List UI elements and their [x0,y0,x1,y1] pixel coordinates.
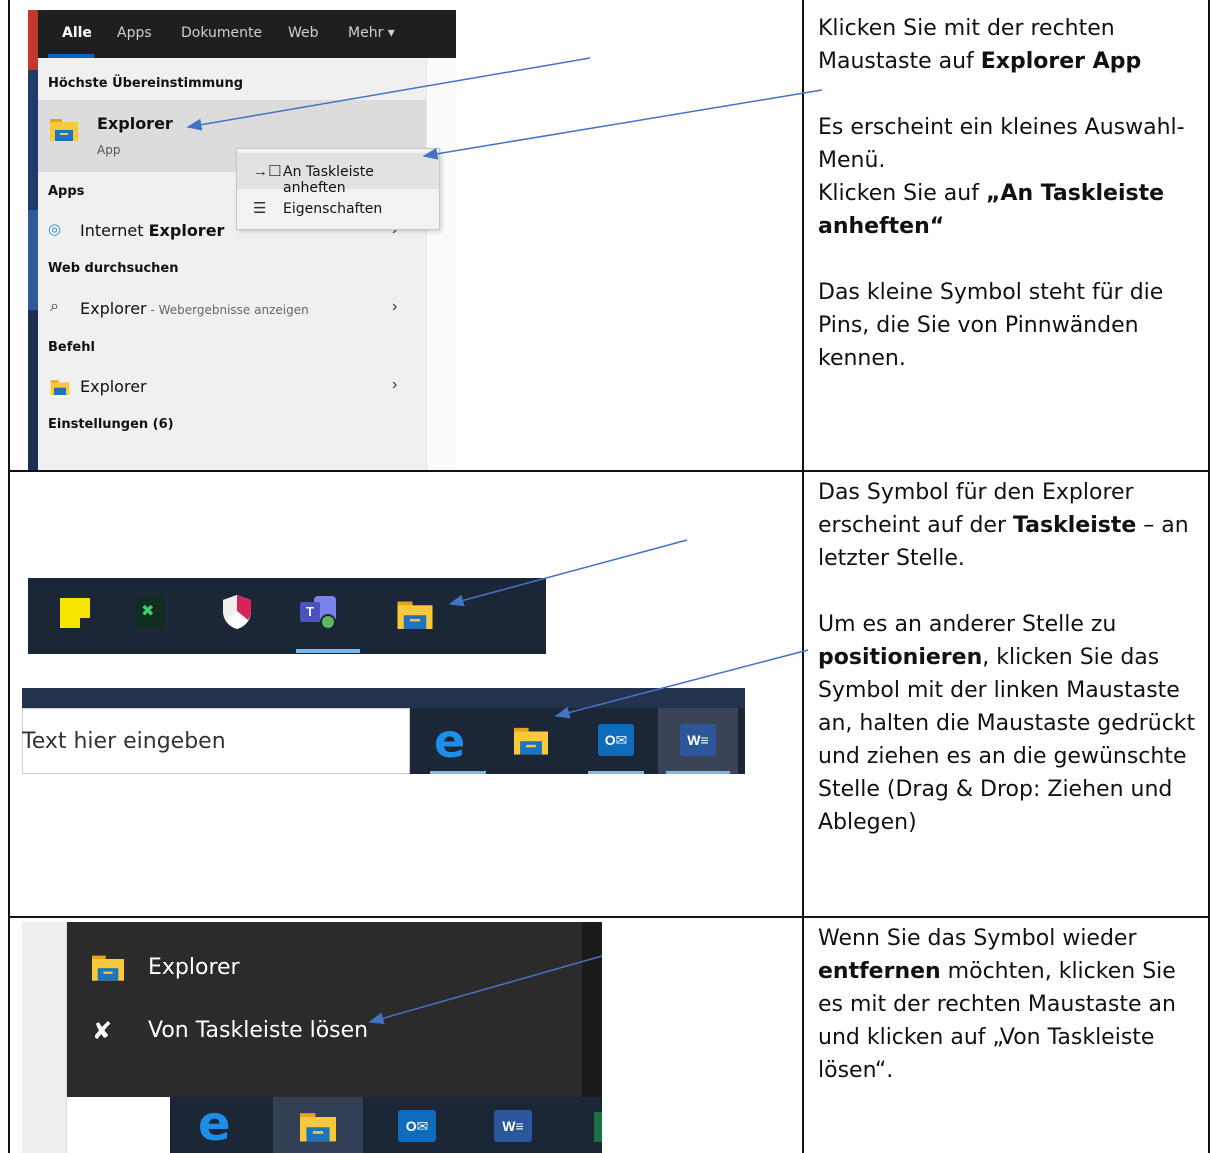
instruction-text: Klicken Sie auf [818,181,986,206]
internet-explorer-icon: ◎ [48,221,62,238]
instruction-text: Um es an anderer Stelle zu [818,612,1117,637]
jump-list-explorer-label: Explorer [148,955,240,980]
taskbar-after-pinning [28,578,546,654]
edge-icon[interactable]: e [198,1096,231,1152]
running-app-indicator [430,771,486,774]
instructions-step-2: Das Symbol für den Explorer erscheint au… [818,476,1203,839]
outlook-icon[interactable]: O✉ [598,724,634,756]
pin-to-taskbar-menu-item[interactable]: →☐ An Taskleiste anheften [237,153,439,196]
security-shield-icon[interactable] [222,594,252,630]
unpin-from-taskbar-label: Von Taskleiste lösen [148,1018,369,1043]
file-explorer-icon[interactable] [300,1110,336,1142]
instruction-paragraph: Klicken Sie auf „An Taskleiste anheften“ [818,177,1203,243]
file-explorer-icon [50,380,70,395]
edge-icon[interactable]: e [434,714,465,768]
instruction-bold: entfernen [818,959,941,984]
best-match-heading: Höchste Übereinstimmung [48,76,243,91]
tab-mehr[interactable]: Mehr ▾ [348,25,395,41]
jump-list-menu [67,922,582,1097]
instruction-text: , klicken Sie das Symbol mit der linken … [818,645,1196,835]
tab-web[interactable]: Web [288,25,319,41]
chevron-right-icon: › [392,298,398,315]
window-edge [22,922,67,1153]
table-row-divider-1 [8,470,1210,472]
internet-explorer-prefix: Internet [80,221,149,240]
instruction-bold: positionieren [818,645,983,670]
table-row-divider-2 [8,916,1210,918]
taskbar-search-placeholder: Text hier eingeben [22,729,226,754]
unpin-icon: ✘ [92,1018,113,1045]
pin-icon: →☐ [253,163,282,180]
context-menu: →☐ An Taskleiste anheften ☰ Eigenschafte… [236,148,440,230]
internet-explorer-bold: Explorer [148,221,225,240]
properties-icon: ☰ [253,200,267,217]
best-match-title: Explorer [97,114,173,133]
instruction-bold: Explorer App [980,49,1142,74]
word-icon[interactable]: W≡ [494,1110,532,1142]
file-explorer-icon[interactable] [514,725,548,755]
web-search-query: Explorer [80,299,147,318]
command-explorer-label: Explorer [80,377,147,396]
properties-label: Eigenschaften [283,201,383,217]
table-left-border [8,0,10,1153]
word-icon[interactable]: W≡ [680,724,716,756]
instruction-text: Wenn Sie das Symbol wieder [818,926,1137,951]
running-app-indicator [666,771,730,774]
web-search-label: Explorer - Webergebnisse anzeigen [80,299,309,318]
web-search-hint: - Webergebnisse anzeigen [146,303,309,317]
file-explorer-icon[interactable] [397,599,433,629]
sticky-notes-icon[interactable] [60,598,90,628]
excel-icon-partial[interactable] [594,1112,602,1142]
preview-pane-edge [426,58,456,470]
xbox-app-icon[interactable]: ✖ [135,596,165,628]
properties-menu-item[interactable]: ☰ Eigenschaften [237,190,439,226]
instruction-paragraph: Klicken Sie mit der rechten Maustaste au… [818,12,1203,78]
instruction-paragraph: Um es an anderer Stelle zu positionieren… [818,608,1203,839]
tab-apps[interactable]: Apps [117,25,152,41]
file-explorer-icon [92,955,124,981]
desktop-background-strip [28,10,38,470]
table-right-border [1208,0,1210,1153]
best-match-subtitle: App [97,143,121,157]
taskbar [170,1097,602,1153]
chevron-right-icon: › [392,376,398,393]
tab-alle[interactable]: Alle [62,25,92,41]
active-app-indicator [296,649,360,653]
instruction-paragraph: Das Symbol für den Explorer erscheint au… [818,476,1203,575]
table-middle-border [802,0,804,1153]
teams-icon[interactable]: T [300,596,338,630]
instructions-step-1: Klicken Sie mit der rechten Maustaste au… [818,12,1203,375]
running-app-indicator [588,771,644,774]
instruction-paragraph: Das kleine Symbol steht für die Pins, di… [818,280,1164,371]
outlook-icon[interactable]: O✉ [398,1110,436,1142]
apps-heading: Apps [48,184,85,199]
settings-heading[interactable]: Einstellungen (6) [48,417,174,432]
tab-dokumente[interactable]: Dokumente [181,25,262,41]
command-heading: Befehl [48,340,95,355]
file-explorer-icon [50,119,78,141]
search-icon: ⌕ [50,298,59,315]
desktop-background-strip [22,688,745,708]
internet-explorer-label: Internet Explorer [80,221,224,240]
instruction-paragraph: Wenn Sie das Symbol wieder entfernen möc… [818,922,1203,1087]
instructions-step-3: Wenn Sie das Symbol wieder entfernen möc… [818,922,1203,1087]
web-search-heading: Web durchsuchen [48,261,179,276]
instruction-paragraph: Es erscheint ein kleines Auswahl-Menü. [818,115,1185,173]
instruction-bold: Taskleiste [1013,513,1137,538]
